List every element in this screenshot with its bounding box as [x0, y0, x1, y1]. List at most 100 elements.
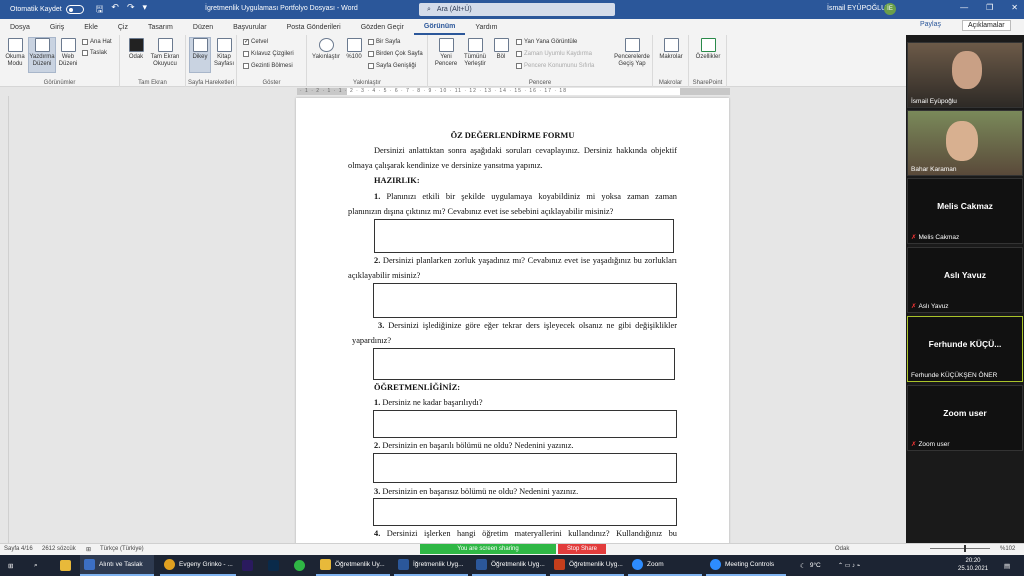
participant-tile[interactable]: İsmail Eyüpoğlu — [907, 42, 1023, 108]
participant-tile[interactable]: Melis Cakmaz ✗ Melis Cakmaz — [907, 178, 1023, 244]
gridlines-checkbox[interactable]: Kılavuz Çizgileri — [243, 51, 294, 57]
vertical-ruler[interactable] — [0, 96, 9, 543]
ruler-checkbox[interactable]: ✓ Cetvel — [243, 39, 268, 45]
search-box[interactable]: ⌕ Ara (Alt+Ü) — [419, 3, 615, 16]
participant-tile[interactable]: Aslı Yavuz ✗ Aslı Yavuz — [907, 247, 1023, 313]
arrange-all-button[interactable]: Tümünü Yerleştir — [460, 38, 490, 68]
tab-gozden-gecir[interactable]: Gözden Geçir — [351, 24, 414, 31]
taskbar-app[interactable]: Öğretmenlik Uy... — [316, 555, 390, 576]
customize-icon[interactable]: ▾ — [143, 2, 148, 18]
tab-gorunum[interactable]: Görünüm — [413, 19, 466, 35]
read-mode-button[interactable]: Okuma Modu — [4, 38, 26, 68]
photoshop-icon[interactable] — [268, 555, 279, 576]
save-icon[interactable]: 🖫 — [96, 2, 104, 18]
taskbar-app[interactable]: Zoom — [628, 555, 702, 576]
tab-yardim[interactable]: Yardım — [465, 24, 507, 31]
zoom-100-button[interactable]: %100 — [343, 38, 365, 61]
word-count[interactable]: 2612 sözcük — [42, 546, 76, 552]
tab-duzen[interactable]: Düzen — [183, 24, 223, 31]
participant-name: Melis Cakmaz — [918, 234, 960, 241]
participant-tile[interactable]: Ferhunde KÜÇÜ... Ferhunde KÜÇÜKŞEN ÖNER — [907, 316, 1023, 382]
redo-icon[interactable]: ↷ — [127, 2, 135, 18]
tab-giris[interactable]: Giriş — [40, 24, 74, 31]
one-page-button[interactable]: Bir Sayfa — [368, 39, 400, 45]
multiple-pages-button[interactable]: Birden Çok Sayfa — [368, 51, 423, 57]
autosave[interactable]: Otomatik Kaydet — [10, 5, 84, 14]
clock[interactable]: 20:20 25.10.2021 — [958, 557, 988, 573]
page-width-button[interactable]: Sayfa Genişliği — [368, 63, 416, 69]
horizontal-ruler[interactable]: · 1 · 2 · 1 · 1 · 2 · 3 · 4 · 5 · 6 · 7 … — [0, 87, 906, 96]
taskbar-app[interactable]: Meeting Controls — [706, 555, 786, 576]
minimize-button[interactable]: — — [960, 3, 968, 12]
whatsapp-icon[interactable] — [294, 555, 305, 576]
participant-tile[interactable]: Bahar Karaman — [907, 110, 1023, 176]
answer-box-o2[interactable] — [373, 453, 677, 483]
premiere-icon[interactable] — [242, 555, 253, 576]
avatar[interactable]: İE — [884, 3, 896, 15]
stop-share-button[interactable]: Stop Share — [558, 544, 606, 554]
taskbar-app[interactable]: Alıntı ve Taslak — [80, 555, 154, 576]
draft-button[interactable]: Taslak — [82, 50, 107, 56]
proofing-icon[interactable]: ⊞ — [86, 546, 91, 553]
nav-pane-checkbox[interactable]: Gezinti Bölmesi — [243, 63, 293, 69]
comments-button[interactable]: Açıklamalar — [962, 20, 1011, 31]
answer-box-3[interactable] — [373, 348, 675, 380]
web-layout-button[interactable]: Web Düzeni — [57, 38, 79, 68]
page-count[interactable]: Sayfa 4/16 — [4, 546, 33, 552]
user-name[interactable]: İsmail EYÜPOĞLU — [827, 5, 886, 12]
new-window-button[interactable]: Yeni Pencere — [432, 38, 460, 68]
reset-position-button[interactable]: Pencere Konumunu Sıfırla — [516, 63, 594, 69]
focus-mode[interactable]: Odak — [835, 546, 849, 552]
zoom-icon — [632, 559, 643, 570]
answer-box-2[interactable] — [373, 283, 677, 318]
tab-posta[interactable]: Posta Gönderileri — [277, 24, 351, 31]
answer-box-o1[interactable] — [373, 410, 677, 438]
macros-button[interactable]: Makrolar — [656, 38, 686, 61]
start-icon[interactable]: ⊞ — [8, 555, 13, 576]
chrome-icon — [164, 559, 175, 570]
print-layout-button[interactable]: Yazdırma Düzeni — [28, 37, 56, 73]
tab-ciz[interactable]: Çiz — [108, 24, 138, 31]
tab-dosya[interactable]: Dosya — [0, 24, 40, 31]
side-by-side-button[interactable]: Yan Yana Görüntüle — [516, 39, 577, 45]
document-page[interactable]: ÖZ DEĞERLENDİRME FORMU Dersinizi anlattı… — [296, 98, 729, 543]
taskbar-app[interactable]: Öğretmenlik Uyg... — [550, 555, 624, 576]
zoom-level[interactable]: %102 — [1000, 546, 1015, 552]
immersive-reader-button[interactable]: Tam Ekran Okuyucu — [148, 38, 182, 68]
taskbar-app[interactable]: Evgeny Grinko - ... — [160, 555, 236, 576]
side-to-side-button[interactable]: Kitap Sayfası — [212, 38, 236, 68]
outline-icon — [82, 39, 88, 45]
document-workspace[interactable]: ÖZ DEĞERLENDİRME FORMU Dersinizi anlattı… — [9, 96, 906, 543]
share-button[interactable]: Paylaş — [920, 21, 941, 28]
tab-tasarim[interactable]: Tasarım — [138, 24, 183, 31]
tab-ekle[interactable]: Ekle — [74, 24, 108, 31]
switch-windows-button[interactable]: Pencerelerde Geçiş Yap — [612, 38, 652, 68]
zoom-slider[interactable] — [930, 545, 990, 552]
autosave-toggle[interactable] — [65, 5, 84, 14]
focus-button[interactable]: Odak — [125, 38, 147, 61]
vertical-button[interactable]: Dikey — [189, 37, 211, 73]
tab-basvurular[interactable]: Başvurular — [223, 24, 276, 31]
sync-scroll-button[interactable]: Zaman Uyumlu Kaydırma — [516, 51, 592, 57]
close-button[interactable]: ✕ — [1011, 3, 1018, 12]
weather[interactable]: ☾ 9°C — [800, 555, 821, 576]
zoom-button[interactable]: Yakınlaştır — [310, 38, 342, 61]
undo-icon[interactable]: ↶ — [111, 2, 119, 18]
taskbar-app[interactable]: İğretmenlik Uyg... — [394, 555, 468, 576]
zoom-participants-panel: İsmail Eyüpoğlu Bahar Karaman Melis Cakm… — [906, 35, 1024, 543]
tray-icons[interactable]: ⌃ ▭ ♪ ⌁ — [838, 555, 860, 576]
notification-icon[interactable]: ▤ — [1004, 555, 1010, 576]
answer-box-o3[interactable] — [373, 498, 677, 526]
participant-tile[interactable]: Zoom user ✗ Zoom user — [907, 385, 1023, 451]
taskbar-app[interactable]: Öğretmenlik Uyg... — [472, 555, 546, 576]
search-icon[interactable]: ⌕ — [34, 555, 38, 576]
properties-button[interactable]: Özellikler — [692, 38, 724, 61]
file-explorer-icon[interactable] — [60, 555, 71, 576]
participant-name: Zoom user — [918, 441, 950, 448]
language[interactable]: Türkçe (Türkiye) — [100, 546, 144, 552]
outline-button[interactable]: Ana Hat — [82, 39, 112, 45]
moon-icon: ☾ — [800, 562, 806, 570]
restore-button[interactable]: ❐ — [986, 3, 993, 12]
split-button[interactable]: Böl — [490, 38, 512, 61]
answer-box-1[interactable] — [374, 219, 674, 253]
